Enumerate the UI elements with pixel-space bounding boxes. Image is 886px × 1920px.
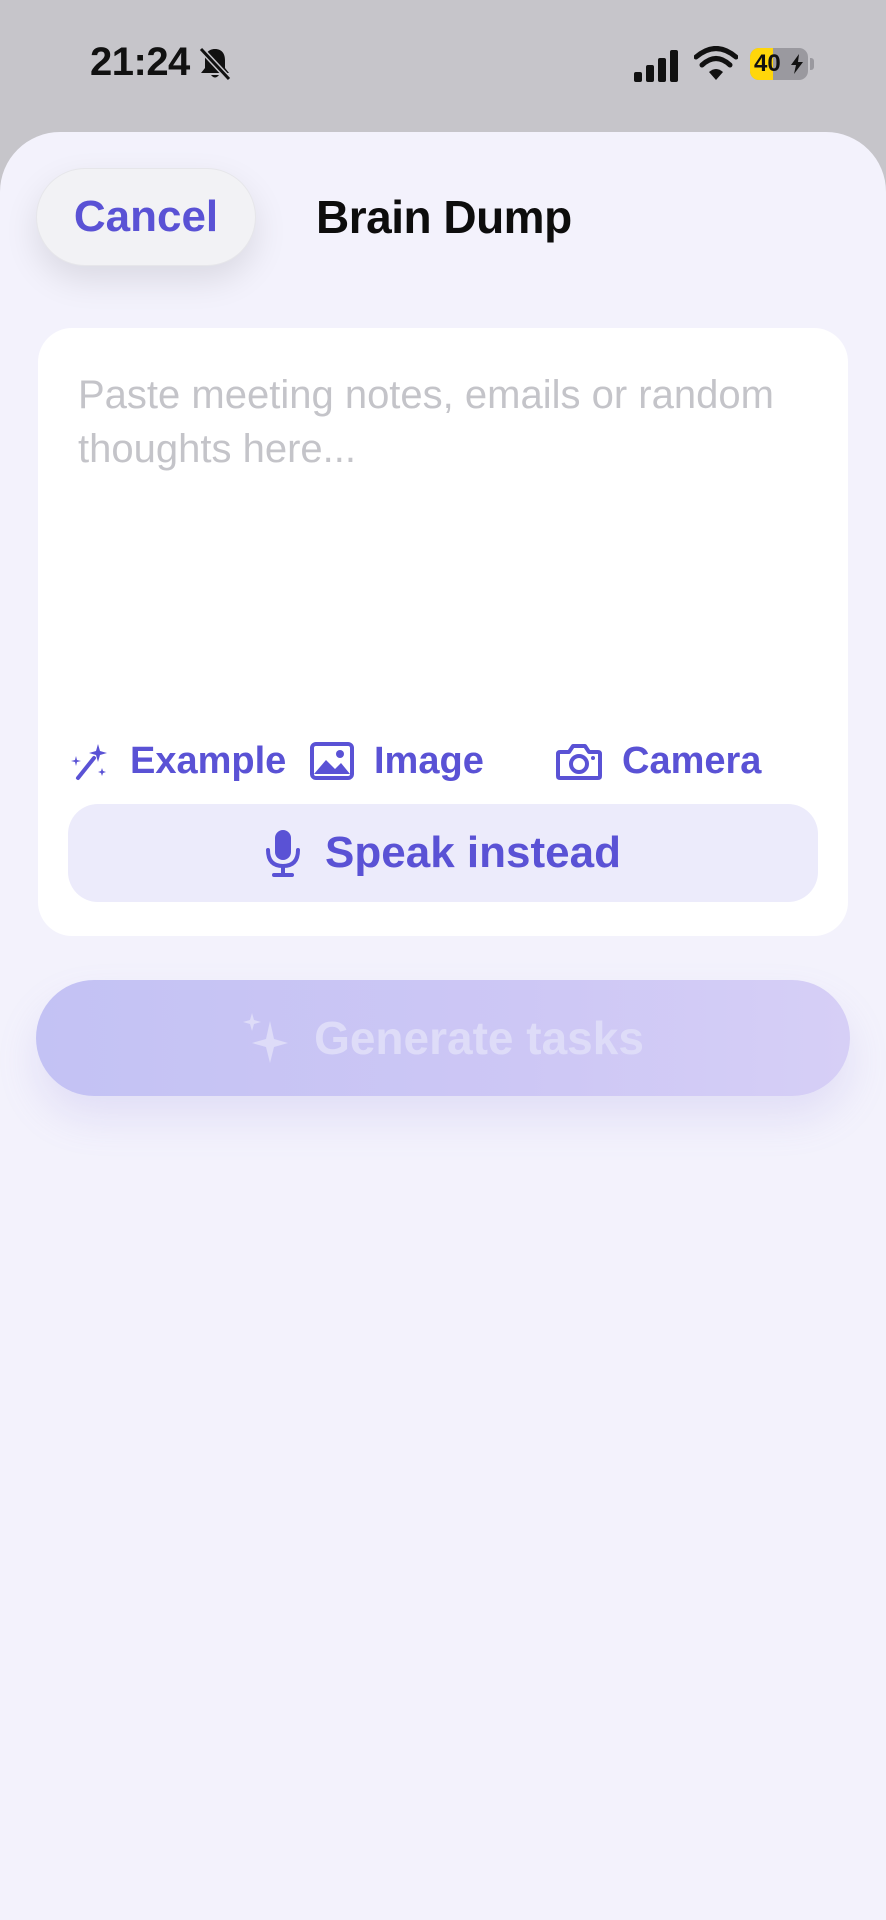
microphone-icon (266, 830, 301, 877)
cancel-button[interactable]: Cancel (36, 168, 256, 266)
speak-instead-button[interactable]: Speak instead (68, 804, 818, 902)
bell-slash-icon (198, 46, 232, 82)
cellular-signal-icon (634, 50, 678, 82)
magic-wand-icon (71, 744, 107, 780)
photo-icon (310, 742, 354, 780)
battery-cap (810, 58, 814, 70)
battery-charging-icon (791, 54, 803, 74)
example-button[interactable]: Example (68, 736, 286, 786)
camera-icon (556, 744, 602, 780)
camera-label: Camera (622, 739, 762, 782)
input-card: Example Image Camera (38, 328, 858, 936)
status-time: 21:24 (90, 40, 190, 84)
status-bar: 21:24 40 (0, 0, 886, 132)
battery-indicator: 40 (750, 48, 808, 80)
speak-instead-label: Speak instead (325, 828, 621, 877)
brain-dump-sheet: Cancel Brain Dump Example Image (0, 132, 886, 1920)
page-title: Brain Dump (316, 191, 572, 243)
notes-input[interactable] (78, 368, 858, 698)
generate-tasks-button[interactable]: Generate tasks (36, 980, 850, 1096)
generate-tasks-label: Generate tasks (314, 1012, 644, 1064)
camera-button[interactable]: Camera (556, 736, 761, 786)
wifi-icon (694, 46, 738, 80)
sparkles-icon (243, 1013, 289, 1063)
image-label: Image (374, 739, 484, 782)
image-button[interactable]: Image (310, 736, 484, 786)
example-label: Example (130, 739, 287, 782)
